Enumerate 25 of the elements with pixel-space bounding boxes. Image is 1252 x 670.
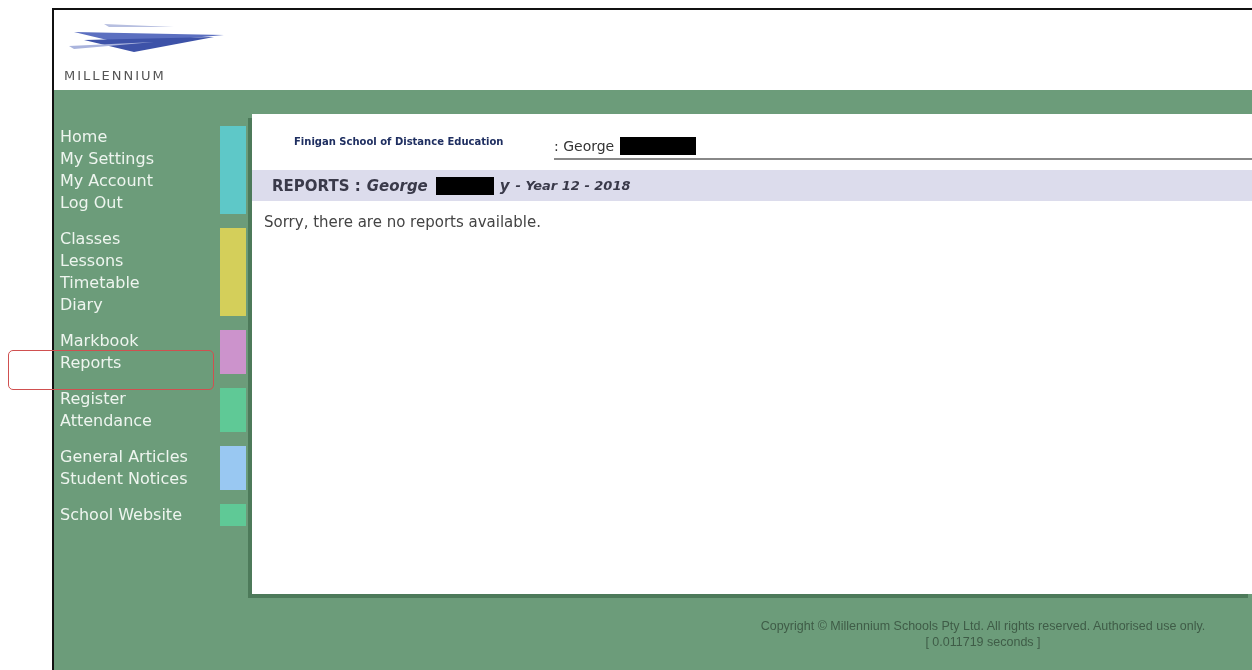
nav-link[interactable]: Student Notices [60, 468, 188, 490]
year-label: - Year 12 - 2018 [515, 178, 631, 193]
empty-message: Sorry, there are no reports available. [264, 213, 542, 231]
school-name: Finigan School of Distance Education [294, 136, 505, 147]
nav-link[interactable]: Diary [60, 294, 140, 316]
copyright-text: Copyright © Millennium Schools Pty Ltd. All rights reserved. Authorised use only. [760, 618, 1206, 634]
nav-link[interactable]: Home [60, 126, 154, 148]
heading-title: REPORTS : [272, 176, 361, 195]
nav-link[interactable]: Register [60, 388, 152, 410]
nav-link[interactable]: My Settings [60, 148, 154, 170]
nav-link[interactable]: Reports [60, 352, 139, 374]
student-name: George [366, 176, 428, 195]
timing-text: [ 0.011719 seconds ] [925, 634, 1041, 650]
nav-link[interactable]: Classes [60, 228, 140, 250]
nav-link[interactable]: General Articles [60, 446, 188, 468]
nav-link[interactable]: Markbook [60, 330, 139, 352]
nav-link[interactable]: Log Out [60, 192, 154, 214]
logo-text: MILLENNIUM [64, 68, 167, 83]
student-name: y [499, 176, 510, 195]
nav-link[interactable]: School Website [60, 504, 182, 526]
user-name: : George [554, 138, 615, 154]
nav-link[interactable]: Timetable [60, 272, 140, 294]
nav-link[interactable]: My Account [60, 170, 154, 192]
nav-link[interactable]: Lessons [60, 250, 140, 272]
nav-link[interactable]: Attendance [60, 410, 152, 432]
